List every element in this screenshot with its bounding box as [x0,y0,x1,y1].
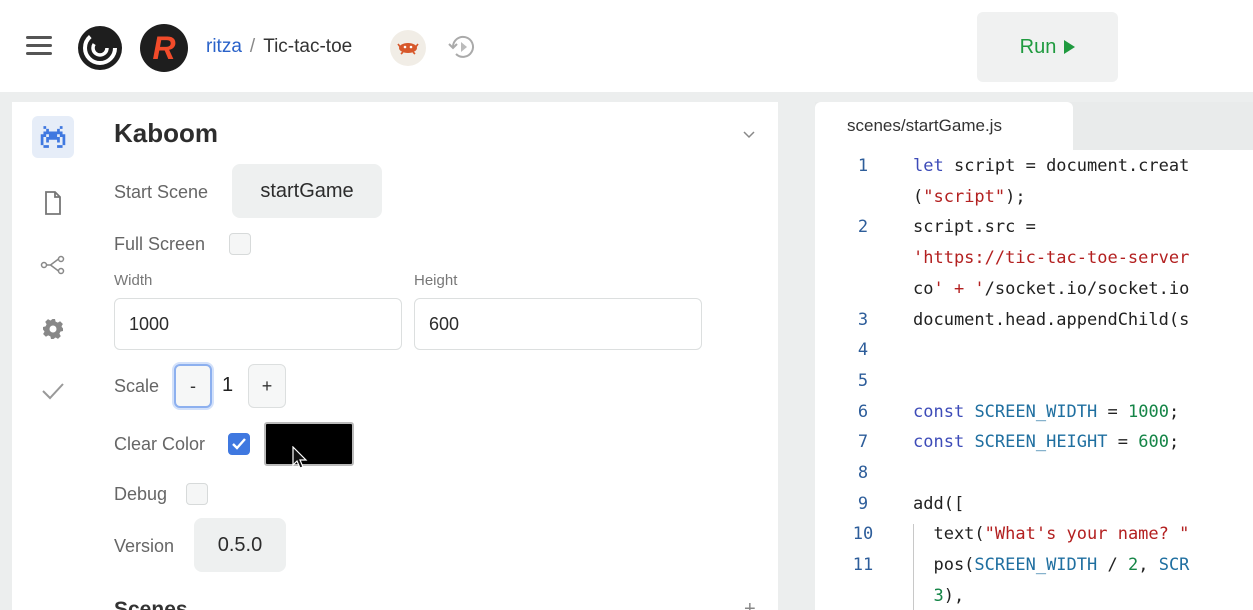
line-number: 5 [857,370,869,391]
mouse-cursor-icon [292,446,308,469]
line-number: 1 [857,156,869,176]
editor-tab-bar: scenes/startGame.js [815,102,1253,150]
scale-value: 1 [222,374,234,396]
code-line: const SCREEN_HEIGHT = 600; [913,432,1180,453]
full-screen-label: Full Screen [114,234,206,254]
rail-item-share[interactable] [32,244,74,286]
height-input[interactable]: 600 [414,298,702,350]
line-number: 7 [857,432,869,453]
code-line: let script = document.creat [913,156,1190,176]
scale-label: Scale [114,376,160,396]
line-number: 10 [852,524,874,545]
repl-name[interactable]: Tic-tac-toe [263,36,352,58]
line-number: 9 [857,493,869,514]
space-invader-icon [40,126,66,148]
breadcrumb-user-link[interactable]: ritza [206,36,242,58]
scale-decrement-button[interactable]: - [174,364,212,408]
code-line: co' + '/socket.io/socket.io [913,278,1190,299]
line-number: 2 [857,217,869,238]
file-icon [45,191,61,215]
side-rail [12,102,98,610]
rail-item-files[interactable] [32,182,74,224]
workspace: Kaboom Start Scene startGame Full Screen… [0,92,1253,610]
line-number: 6 [857,401,869,422]
check-icon [42,383,64,400]
line-number: 8 [857,463,869,483]
language-badge[interactable] [390,30,426,66]
line-number: 3 [857,309,869,330]
start-scene-label: Start Scene [114,182,209,202]
code-line: script.src = [913,217,1036,238]
debug-label: Debug [114,484,168,504]
version-select[interactable]: 0.5.0 [194,518,286,572]
run-button[interactable]: Run [977,12,1118,82]
play-icon [1064,40,1076,54]
line-number: 4 [857,340,869,361]
scenes-heading[interactable]: Scenes [114,598,188,610]
gear-icon [43,319,63,339]
scale-increment-button[interactable]: + [248,364,286,408]
kaboom-language-icon [397,43,419,55]
replit-logo-icon[interactable] [76,24,124,72]
code-line: 3), [933,585,965,606]
breadcrumb-separator: / [249,36,256,57]
add-scene-icon[interactable]: + [744,598,756,610]
code-line: text("What's your name? " [913,524,1190,545]
line-number: 11 [852,555,874,576]
height-label: Height [414,272,458,289]
panel-title: Kaboom [114,118,218,148]
tab-startgame-js[interactable]: scenes/startGame.js [815,102,1073,150]
debug-checkbox[interactable] [186,483,208,505]
avatar[interactable]: R [140,24,188,72]
code-line: ("script"); [913,186,1026,207]
clear-color-label: Clear Color [114,434,206,454]
code-line: const SCREEN_WIDTH = 1000; [913,401,1180,422]
run-label: Run [1019,35,1057,58]
code-editor: scenes/startGame.js 1 let script = docume… [815,102,1253,610]
clear-color-swatch[interactable] [264,422,354,466]
code-line: 'https://tic-tac-toe-server [913,248,1190,269]
rail-item-check[interactable] [32,370,74,412]
width-input[interactable]: 1000 [114,298,402,350]
rail-item-kaboom[interactable] [32,116,74,158]
kaboom-settings-panel: Kaboom Start Scene startGame Full Screen… [12,102,778,610]
full-screen-checkbox[interactable] [229,233,251,255]
top-bar: R ritza / Tic-tac-toe Run [0,0,1253,92]
start-scene-select[interactable]: startGame [232,164,382,218]
width-label: Width [114,272,153,289]
code-line: document.head.appendChild(s [913,309,1190,330]
breadcrumb: ritza / Tic-tac-toe [206,36,352,58]
code-line: add([ [913,493,965,514]
chevron-down-icon[interactable] [742,128,756,142]
menu-icon[interactable] [26,36,52,56]
version-label: Version [114,536,175,556]
clear-color-checkbox[interactable] [228,433,250,455]
rail-item-settings[interactable] [32,308,74,350]
code-line: pos(SCREEN_WIDTH / 2, SCR [913,555,1190,576]
share-icon [40,255,65,275]
checkmark-icon [232,438,246,450]
panel-divider[interactable] [783,102,799,610]
kaboom-settings: Kaboom Start Scene startGame Full Screen… [98,102,778,610]
history-icon[interactable] [446,30,480,64]
code-area[interactable]: 1 let script = document.creat ("script"); 2… [815,152,1253,610]
